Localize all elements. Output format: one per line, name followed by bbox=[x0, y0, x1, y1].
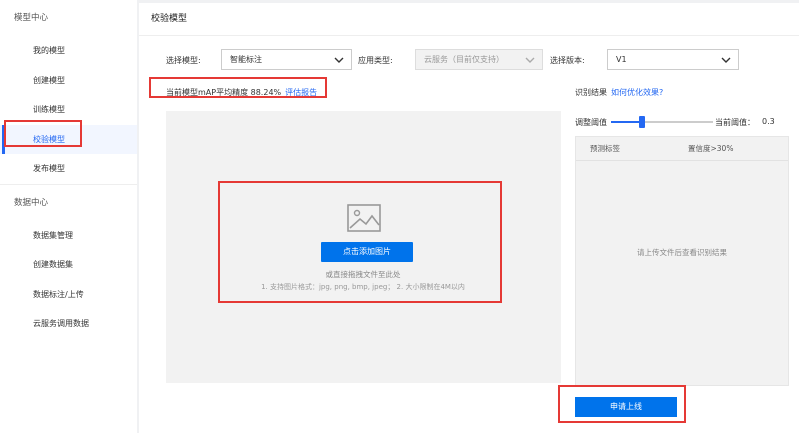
app-type-label: 应用类型: bbox=[358, 56, 393, 65]
threshold-slider[interactable] bbox=[611, 116, 713, 128]
sidebar-item-dataset-manage[interactable]: 数据集管理 bbox=[0, 221, 137, 251]
current-threshold-label: 当前阈值： bbox=[715, 118, 755, 127]
page-title: 校验模型 bbox=[139, 3, 799, 36]
model-select[interactable]: 智能标注 bbox=[221, 49, 352, 70]
sidebar-item-create-dataset[interactable]: 创建数据集 bbox=[0, 250, 137, 280]
sidebar-item-validate-model[interactable]: 校验模型 bbox=[0, 124, 137, 154]
result-table-header: 预测标签 置信度>30% bbox=[576, 137, 788, 161]
adjust-threshold-label: 调整阈值 bbox=[575, 118, 607, 127]
sidebar-item-data-label-upload[interactable]: 数据标注/上传 bbox=[0, 280, 137, 310]
apply-online-button[interactable]: 申请上线 bbox=[575, 397, 677, 417]
model-select-value: 智能标注 bbox=[230, 55, 262, 64]
current-threshold-value: 0.3 bbox=[762, 117, 775, 126]
image-icon bbox=[347, 204, 381, 232]
eval-report-link[interactable]: 评估报告 bbox=[285, 88, 317, 97]
result-table: 预测标签 置信度>30% 请上传文件后查看识别结果 bbox=[575, 136, 789, 386]
sidebar-group-data-center: 数据中心 bbox=[14, 197, 49, 208]
chevron-down-icon bbox=[334, 57, 344, 63]
sidebar-item-train-model[interactable]: 训练模型 bbox=[0, 95, 137, 125]
sidebar: 模型中心 我的模型 创建模型 训练模型 校验模型 发布模型 数据中心 数据集管理… bbox=[0, 0, 137, 433]
sidebar-item-publish-model[interactable]: 发布模型 bbox=[0, 154, 137, 184]
threshold-row: 调整阈值 当前阈值： 0.3 bbox=[575, 115, 790, 129]
col-predicted-label: 预测标签 bbox=[590, 144, 620, 153]
model-select-label: 选择模型: bbox=[166, 56, 201, 65]
map-accuracy-text: 当前模型mAP平均精度 88.24% bbox=[166, 88, 282, 97]
result-empty-text: 请上传文件后查看识别结果 bbox=[637, 248, 727, 257]
filter-row: 选择模型: 智能标注 应用类型: 云服务（目前仅支持） 选择版本: V1 bbox=[139, 49, 799, 71]
optimize-link[interactable]: 如何优化效果? bbox=[611, 88, 663, 97]
sidebar-item-cloud-call-data[interactable]: 云服务调用数据 bbox=[0, 309, 137, 339]
col-confidence: 置信度>30% bbox=[688, 144, 734, 153]
sidebar-item-my-models[interactable]: 我的模型 bbox=[0, 36, 137, 66]
chevron-down-icon bbox=[721, 57, 731, 63]
upload-inner: 点击添加图片 或直接拖拽文件至此处 1. 支持图片格式：jpg, png, bm… bbox=[248, 188, 478, 304]
add-image-button[interactable]: 点击添加图片 bbox=[321, 242, 413, 262]
format-hint: 1. 支持图片格式：jpg, png, bmp, jpeg； 2. 大小限制在4… bbox=[261, 283, 465, 291]
version-select-value: V1 bbox=[616, 55, 627, 64]
map-accuracy-row: 当前模型mAP平均精度 88.24% 评估报告 bbox=[166, 87, 317, 98]
slider-thumb[interactable] bbox=[639, 116, 645, 128]
version-select-label: 选择版本: bbox=[550, 56, 585, 65]
version-select[interactable]: V1 bbox=[607, 49, 739, 70]
upload-dropzone[interactable]: 点击添加图片 或直接拖拽文件至此处 1. 支持图片格式：jpg, png, bm… bbox=[166, 111, 561, 383]
main-panel: 校验模型 选择模型: 智能标注 应用类型: 云服务（目前仅支持） 选择版本: V… bbox=[139, 3, 799, 433]
result-title-row: 识别结果 如何优化效果? bbox=[575, 87, 663, 98]
app-type-select: 云服务（目前仅支持） bbox=[415, 49, 543, 70]
sidebar-item-create-model[interactable]: 创建模型 bbox=[0, 66, 137, 96]
drag-hint: 或直接拖拽文件至此处 bbox=[325, 270, 401, 279]
slider-fill bbox=[611, 121, 642, 123]
result-title: 识别结果 bbox=[575, 88, 607, 97]
sidebar-group-model-center: 模型中心 bbox=[14, 13, 49, 23]
chevron-down-icon bbox=[525, 57, 535, 63]
app-type-value: 云服务（目前仅支持） bbox=[424, 55, 504, 64]
